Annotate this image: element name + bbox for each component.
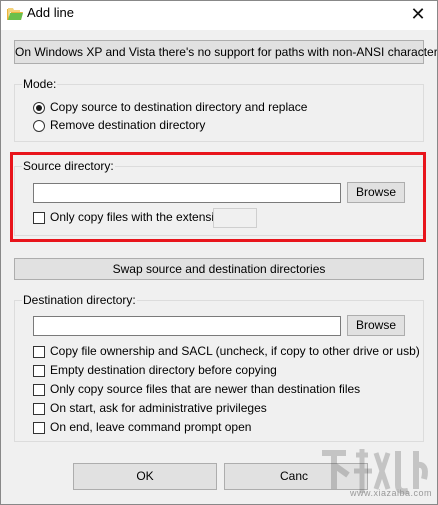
mode-label: Mode: [22, 77, 58, 91]
non-ansi-notice-button[interactable]: On Windows XP and Vista there's no suppo… [14, 40, 438, 64]
empty-destination-label[interactable]: Empty destination directory before copyi… [50, 363, 277, 377]
leave-prompt-open-checkbox[interactable] [33, 422, 45, 434]
destination-directory-label: Destination directory: [22, 293, 137, 307]
copy-newer-checkbox[interactable] [33, 384, 45, 396]
close-icon: ✕ [410, 4, 426, 24]
watermark-url: www.xiazaiba.com [350, 488, 433, 498]
copy-ownership-checkbox[interactable] [33, 346, 45, 358]
close-button[interactable]: ✕ [398, 0, 438, 30]
source-highlight-frame [10, 152, 426, 242]
copy-replace-radio[interactable] [33, 102, 45, 114]
copy-newer-label[interactable]: Only copy source files that are newer th… [50, 382, 360, 396]
ok-button[interactable]: OK [73, 463, 217, 490]
destination-path-input[interactable] [33, 316, 341, 336]
copy-ownership-label[interactable]: Copy file ownership and SACL (uncheck, i… [50, 344, 420, 358]
destination-browse-button[interactable]: Browse [347, 315, 405, 336]
window-title: Add line [27, 5, 74, 20]
copy-replace-label[interactable]: Copy source to destination directory and… [50, 100, 307, 114]
remove-destination-radio[interactable] [33, 120, 45, 132]
admin-privileges-label[interactable]: On start, ask for administrative privile… [50, 401, 267, 415]
title-bar: Add line ✕ [0, 0, 438, 30]
admin-privileges-checkbox[interactable] [33, 403, 45, 415]
swap-directories-button[interactable]: Swap source and destination directories [14, 258, 424, 280]
remove-destination-label[interactable]: Remove destination directory [50, 118, 205, 132]
empty-destination-checkbox[interactable] [33, 365, 45, 377]
folder-icon [7, 8, 23, 20]
leave-prompt-open-label[interactable]: On end, leave command prompt open [50, 420, 251, 434]
